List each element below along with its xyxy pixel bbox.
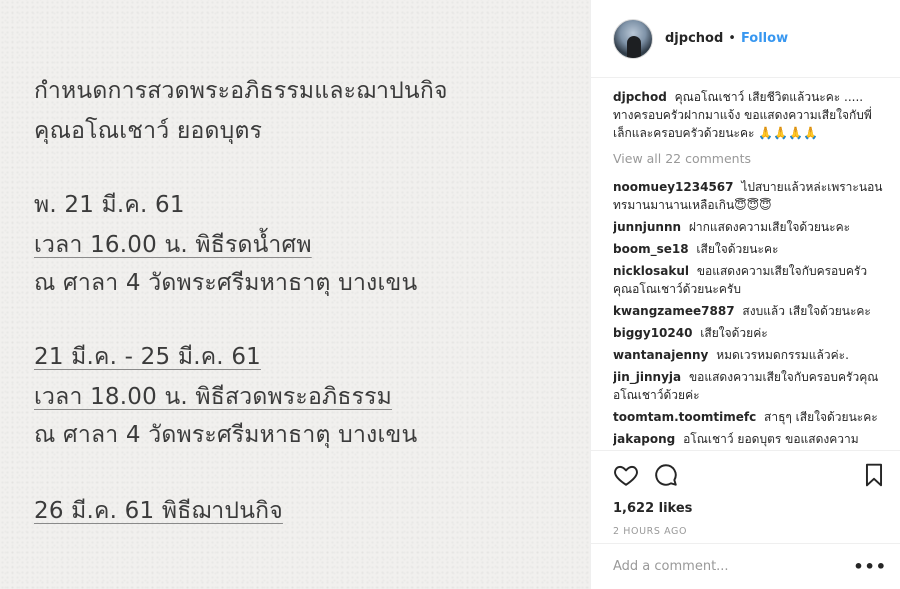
list-item: wantanajenny หมดเวรหมดกรรมแล้วค่ะ. bbox=[613, 346, 883, 364]
comment-username[interactable]: wantanajenny bbox=[613, 348, 708, 362]
image-text-title: กำหนดการสวดพระอภิธรรมและฌาปนกิจ bbox=[34, 78, 448, 104]
list-item: jakapong อโณเชาว์ ยอดบุตร ขอแสดงความ bbox=[613, 430, 883, 448]
list-item: junnjunnn ฝากแสดงความเสียใจด้วยนะคะ bbox=[613, 218, 883, 236]
bookmark-icon[interactable] bbox=[861, 462, 887, 488]
view-all-comments-link[interactable]: View all 22 comments bbox=[613, 150, 883, 168]
image-text-date-2: 21 มี.ค. - 25 มี.ค. 61 bbox=[34, 344, 261, 370]
list-item: jin_jinnyja ขอแสดงความเสียใจกับครอบครัวค… bbox=[613, 368, 883, 404]
image-text-location-1: ณ ศาลา 4 วัดพระศรีมหาธาตุ บางเขน bbox=[34, 270, 418, 296]
add-comment-bar: Add a comment... ••• bbox=[591, 543, 900, 589]
comment-username[interactable]: noomuey1234567 bbox=[613, 180, 734, 194]
add-comment-input[interactable]: Add a comment... bbox=[613, 559, 853, 574]
post-actions: 1,622 likes 2 HOURS AGO bbox=[591, 450, 900, 537]
comment-text: หมดเวรหมดกรรมแล้วค่ะ. bbox=[716, 348, 849, 362]
comment-text: เสียใจด้วยนะคะ bbox=[696, 242, 779, 256]
comment-icon[interactable] bbox=[653, 462, 679, 488]
list-item: biggy10240 เสียใจด้วยค่ะ bbox=[613, 324, 883, 342]
post-timestamp: 2 HOURS AGO bbox=[613, 526, 688, 537]
header-separator: • bbox=[728, 31, 736, 46]
comment-username[interactable]: biggy10240 bbox=[613, 326, 692, 340]
image-text-date-1: พ. 21 มี.ค. 61 bbox=[34, 192, 185, 218]
comment-text: สาธุๆ เสียใจด้วยนะคะ bbox=[764, 410, 878, 424]
post-side-panel: djpchod • Follow djpchod คุณอโณเชาว์ เสี… bbox=[590, 0, 900, 589]
caption-username[interactable]: djpchod bbox=[613, 90, 667, 104]
comment-username[interactable]: kwangzamee7887 bbox=[613, 304, 735, 318]
list-item: boom_se18 เสียใจด้วยนะคะ bbox=[613, 240, 883, 258]
likes-count[interactable]: 1,622 likes bbox=[613, 501, 887, 516]
list-item: toomtam.toomtimefc สาธุๆ เสียใจด้วยนะคะ bbox=[613, 408, 883, 426]
comment-username[interactable]: jin_jinnyja bbox=[613, 370, 681, 384]
image-text-time-2: เวลา 18.00 น. พิธีสวดพระอภิธรรม bbox=[34, 384, 393, 410]
comment-text: สงบแล้ว เสียใจด้วยนะคะ bbox=[742, 304, 871, 318]
comment-username[interactable]: junnjunnn bbox=[613, 220, 681, 234]
image-text-date-3: 26 มี.ค. 61 พิธีฌาปนกิจ bbox=[34, 498, 283, 524]
comment-username[interactable]: boom_se18 bbox=[613, 242, 689, 256]
comments-list[interactable]: djpchod คุณอโณเชาว์ เสียชีวิตแล้วนะคะ ..… bbox=[613, 88, 883, 450]
list-item: noomuey1234567 ไปสบายแล้วหล่ะเพราะนอนทรม… bbox=[613, 178, 883, 214]
more-options-button[interactable]: ••• bbox=[853, 557, 887, 576]
follow-button[interactable]: Follow bbox=[741, 31, 788, 46]
avatar[interactable] bbox=[613, 18, 653, 59]
image-text-name: คุณอโณเชาว์ ยอดบุตร bbox=[34, 118, 263, 144]
comment-text: ฝากแสดงความเสียใจด้วยนะคะ bbox=[688, 220, 851, 234]
list-item: kwangzamee7887 สงบแล้ว เสียใจด้วยนะคะ bbox=[613, 302, 883, 320]
comment-username[interactable]: jakapong bbox=[613, 432, 675, 446]
image-text-location-2: ณ ศาลา 4 วัดพระศรีมหาธาตุ บางเขน bbox=[34, 422, 418, 448]
post-header: djpchod • Follow bbox=[591, 0, 900, 78]
header-username[interactable]: djpchod bbox=[665, 31, 723, 46]
comment-text: อโณเชาว์ ยอดบุตร ขอแสดงความ bbox=[683, 432, 859, 446]
list-item: nicklosakul ขอแสดงความเสียใจกับครอบครัวค… bbox=[613, 262, 883, 298]
comment-username[interactable]: toomtam.toomtimefc bbox=[613, 410, 756, 424]
comment-text: เสียใจด้วยค่ะ bbox=[700, 326, 768, 340]
caption: djpchod คุณอโณเชาว์ เสียชีวิตแล้วนะคะ ..… bbox=[613, 88, 883, 142]
comment-username[interactable]: nicklosakul bbox=[613, 264, 689, 278]
heart-icon[interactable] bbox=[613, 462, 639, 488]
post-image[interactable]: กำหนดการสวดพระอภิธรรมและฌาปนกิจ คุณอโณเช… bbox=[0, 0, 590, 589]
image-text-time-1: เวลา 16.00 น. พิธีรดน้ำศพ bbox=[34, 232, 312, 258]
